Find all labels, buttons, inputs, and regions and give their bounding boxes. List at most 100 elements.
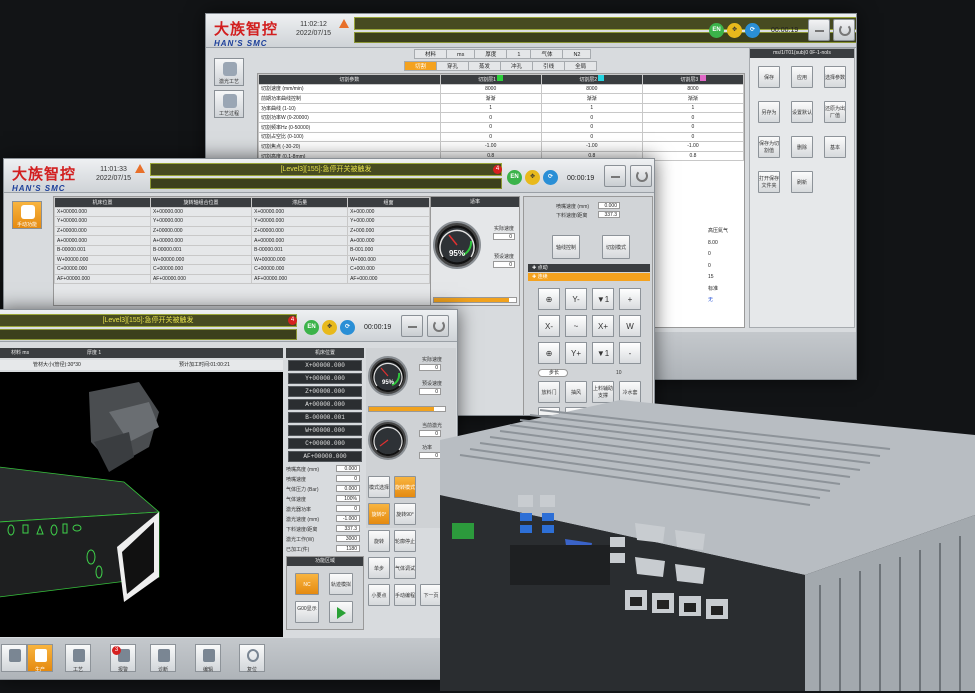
warning-icon [339, 19, 349, 28]
small-point-button[interactable]: 小要点 [368, 584, 390, 606]
table-row: 切割占空比 (0-100) 0 0 0 [258, 131, 744, 143]
refresh-button[interactable]: 刷新 [791, 171, 813, 193]
rotate-0-button[interactable]: 旋转0° [368, 503, 390, 525]
nav-process[interactable]: 工艺 [65, 644, 91, 673]
cut-mode-button[interactable]: 切割模式 [602, 235, 630, 259]
jog-tilde[interactable]: ~ [565, 315, 587, 337]
table-row: 切割速度 (mm/min) 8000 8000 8000 [258, 83, 744, 95]
save-as-button[interactable]: 另存为 [758, 101, 780, 123]
save-as-cut-button[interactable]: 保存为切割值 [758, 136, 780, 158]
alarm-message-bar[interactable]: [Level3][155]:急停开关被触发 [0, 314, 297, 327]
rate-panel: 适率 95% 实际速度 0 预设速度 0 [430, 196, 520, 306]
jog-z-down-1[interactable]: ▼1 [592, 288, 614, 310]
contour-stop-button[interactable]: 轮廓停止 [394, 530, 416, 552]
nav-reset[interactable]: 复位 [239, 644, 265, 673]
minimize-button[interactable] [401, 315, 423, 337]
bottom-nav: 生产 工艺 报警 3 诊断 编辑 复位 [0, 638, 457, 679]
jog-minus[interactable]: - [619, 342, 641, 364]
tab-lead[interactable]: 引线 [532, 61, 566, 71]
step-toggle[interactable]: 步长 [538, 369, 568, 377]
terminal-block [452, 523, 474, 539]
save-button[interactable]: 保存 [758, 66, 780, 88]
speed-gauge-value: 95% [448, 249, 465, 258]
jog-w[interactable]: W [619, 315, 641, 337]
apply-button[interactable]: 应用 [791, 66, 813, 88]
jog-x-plus[interactable]: X+ [592, 315, 614, 337]
axis-icon[interactable]: ✥ [727, 23, 742, 38]
nav-production[interactable]: 生产 [27, 644, 53, 673]
axis-icon[interactable]: ✥ [525, 170, 540, 185]
rotate-270-button[interactable]: 旋转270° [368, 530, 390, 567]
gas-debug-button[interactable]: 气体调试 [394, 557, 416, 579]
play-icon [336, 606, 346, 619]
tab-evaporate[interactable]: 蒸发 [468, 61, 502, 71]
side-button-laser-process[interactable]: 激光工艺 [214, 58, 244, 86]
speed-gauge: 95% [433, 221, 481, 269]
select-params-button[interactable]: 选择参数 [824, 66, 846, 88]
window-header: 大族智控 HAN'S SMC 11:01:33 2022/07/15 [Leve… [4, 159, 654, 193]
simulate-path-button[interactable]: 轨迹模拟 [329, 573, 353, 595]
alarm-count-badge: 4 [493, 165, 502, 174]
tube-3d-viewport[interactable] [0, 372, 283, 637]
jog-origin-2[interactable]: ⊕ [538, 342, 560, 364]
coord-af: AF+00000.000 [288, 451, 362, 462]
minimize-button[interactable] [604, 165, 626, 187]
refresh-icon[interactable]: ⟳ [340, 320, 355, 335]
tab-pierce[interactable]: 穿孔 [436, 61, 470, 71]
nav-home[interactable] [1, 644, 27, 672]
set-default-button[interactable]: 设置默认 [791, 101, 813, 123]
jog-y-plus[interactable]: Y+ [565, 342, 587, 364]
alarm-message-bar[interactable]: [Level3][155]:急停开关被触发 [150, 163, 502, 176]
nav-edit[interactable]: 编辑 [195, 644, 221, 673]
tab-cut[interactable]: 切割 [404, 61, 438, 71]
minimize-button[interactable] [808, 19, 830, 41]
power-button[interactable] [630, 165, 652, 187]
function-area: 功能区域 NC 轨迹模拟 G00显示 [286, 556, 364, 630]
manual-program-button[interactable]: 手动编程 [394, 584, 416, 606]
side-button-process-flow[interactable]: 工艺过程 [214, 90, 244, 118]
nav-alarm[interactable]: 报警 3 [110, 644, 136, 673]
nav-alarm-badge: 3 [112, 646, 121, 655]
restore-factory-button[interactable]: 还原为出厂值 [824, 101, 846, 123]
nav-diagnose[interactable]: 诊断 [150, 644, 176, 673]
table-row: A+00000.000 A+00000.000 A+00000.000 A+000.0… [54, 235, 430, 246]
jog-origin-1[interactable]: ⊕ [538, 288, 560, 310]
jog-x-minus[interactable]: X- [538, 315, 560, 337]
hand-icon [21, 205, 35, 219]
axis-icon[interactable]: ✥ [322, 320, 337, 335]
single-step-button[interactable]: 单步 [368, 557, 390, 579]
mode-select-button[interactable]: 模式选择 [368, 476, 390, 498]
language-button[interactable]: EN [709, 23, 724, 38]
axis-control-button[interactable]: 轴线控制 [552, 235, 580, 259]
jog-z-down-2[interactable]: ▼1 [592, 342, 614, 364]
power-button[interactable] [833, 19, 855, 41]
language-button[interactable]: EN [304, 320, 319, 335]
feed-rate-bar[interactable] [433, 297, 517, 303]
rotate-90-button[interactable]: 旋转90° [394, 503, 416, 525]
power-button[interactable] [427, 315, 449, 337]
laser-icon [223, 62, 237, 76]
table-row: B-00000.001 B-00000.001 B-00000.001 B-001.0… [54, 244, 430, 256]
basic-button[interactable]: 基本 [824, 136, 846, 158]
jog-plus[interactable]: + [619, 288, 641, 310]
speed-gauge-value: 95% [381, 380, 394, 386]
table-row: W+00000.000 W+00000.000 W+00000.000 W+000.0… [54, 254, 430, 266]
tab-global[interactable]: 全局 [564, 61, 598, 71]
process-params: 喷嘴高度 (mm) 0.000 喷嘴速度 0 气体压力 (Bar) 0.000 气体速… [286, 464, 364, 554]
laser-power-gauge [368, 420, 408, 460]
open-folder-button[interactable]: 打开保存文件夹 [758, 171, 780, 193]
rotate-mode-button[interactable]: 旋转模式 [394, 476, 416, 498]
language-button[interactable]: EN [507, 170, 522, 185]
jog-y-minus[interactable]: Y- [565, 288, 587, 310]
position-table: 机床位置 旋转轴组合位置 滞后量 组面 X+00000.000 X+00000.0… [53, 196, 431, 306]
table-row: X+00000.000 X+00000.000 X+00000.000 X+000.0… [54, 206, 430, 218]
delete-button[interactable]: 删除 [791, 136, 813, 158]
nc-button[interactable]: NC [295, 573, 319, 595]
side-button-manual[interactable]: 手动功能 [12, 201, 42, 229]
refresh-icon[interactable]: ⟳ [543, 170, 558, 185]
refresh-icon[interactable]: ⟳ [745, 23, 760, 38]
run-button[interactable] [329, 601, 353, 623]
g00-display-button[interactable]: G00显示 [295, 601, 319, 623]
continuous-section-label[interactable]: ✚ 连续 [528, 273, 650, 281]
tab-punch[interactable]: 冲孔 [500, 61, 534, 71]
